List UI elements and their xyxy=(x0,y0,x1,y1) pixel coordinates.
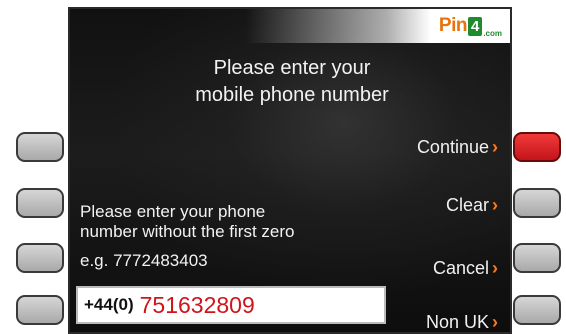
chevron-right-icon: › xyxy=(492,258,498,278)
cancel-option[interactable]: Cancel › xyxy=(433,258,498,279)
instruction-line1: Please enter your phone xyxy=(80,202,266,221)
chevron-right-icon: › xyxy=(492,312,498,332)
non-uk-key[interactable] xyxy=(513,295,561,325)
prompt-heading-line2: mobile phone number xyxy=(195,84,389,106)
phone-number-field[interactable]: +44(0) 751632809 xyxy=(76,286,386,324)
chevron-right-icon: › xyxy=(492,195,498,215)
left-key-3[interactable] xyxy=(16,243,64,273)
instruction-line2: number without the first zero xyxy=(80,222,295,241)
prompt-heading-line1: Please enter your xyxy=(213,57,371,79)
atm-screen: Pin 4 .com Please enter your mobile phon… xyxy=(68,7,512,334)
left-key-4[interactable] xyxy=(16,295,64,325)
clear-key[interactable] xyxy=(513,188,561,218)
left-key-2[interactable] xyxy=(16,188,64,218)
continue-key[interactable] xyxy=(513,132,561,162)
chevron-right-icon: › xyxy=(492,137,498,157)
non-uk-option[interactable]: Non UK › xyxy=(426,312,498,332)
clear-option[interactable]: Clear › xyxy=(446,195,498,216)
pin4-logo: Pin 4 .com xyxy=(438,15,502,38)
continue-option[interactable]: Continue › xyxy=(417,137,498,158)
country-prefix: +44(0) xyxy=(84,295,134,314)
cancel-key[interactable] xyxy=(513,243,561,273)
instruction-example: e.g. 7772483403 xyxy=(80,251,208,270)
left-key-1[interactable] xyxy=(16,132,64,162)
phone-number-value: 751632809 xyxy=(139,291,255,318)
